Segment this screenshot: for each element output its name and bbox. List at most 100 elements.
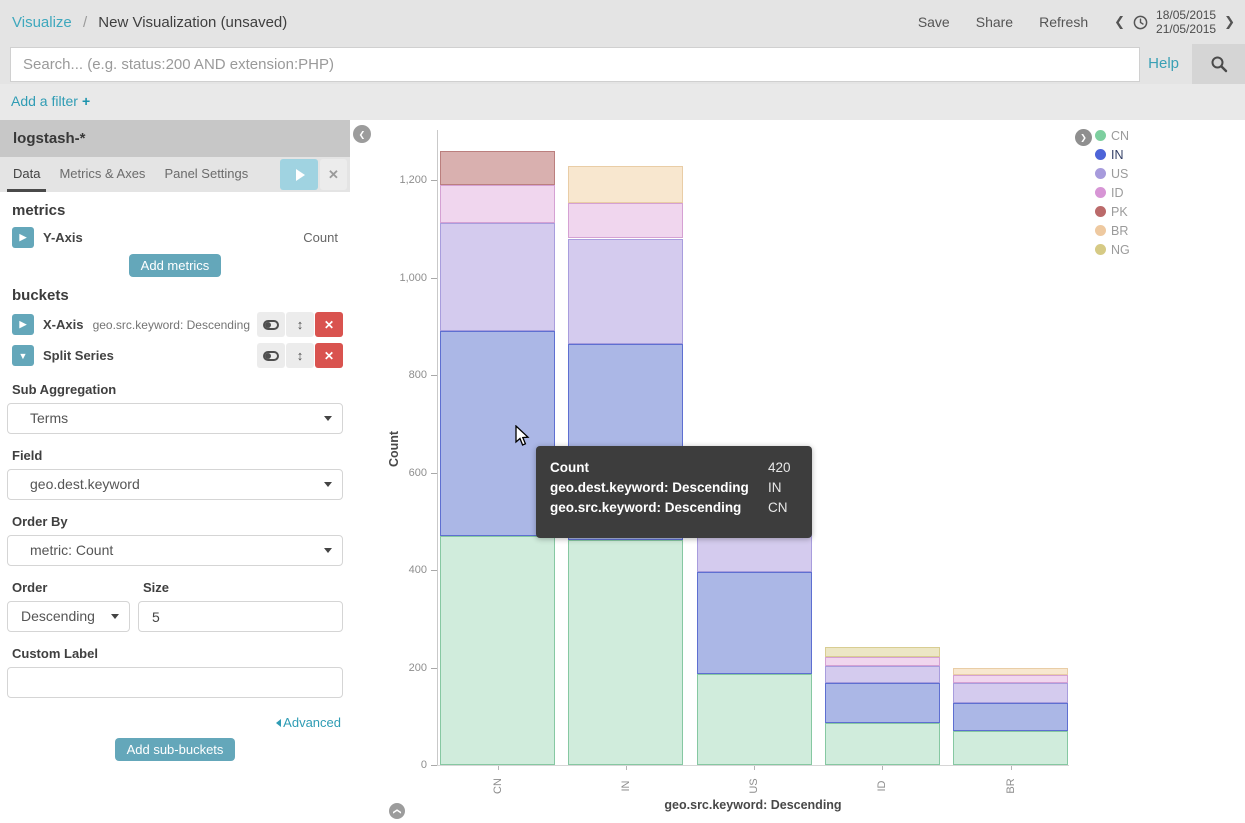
caret-down-icon bbox=[111, 614, 119, 619]
sub-aggregation-select[interactable]: Terms bbox=[7, 403, 343, 434]
bar-segment-ID-ID[interactable] bbox=[825, 657, 940, 666]
split-series-reorder-button[interactable]: ↕ bbox=[286, 343, 314, 368]
add-metrics-button[interactable]: Add metrics bbox=[129, 254, 222, 277]
collapse-legend-button[interactable]: ❯ bbox=[1075, 129, 1092, 146]
plus-icon: + bbox=[82, 93, 90, 109]
field-select[interactable]: geo.dest.keyword bbox=[7, 469, 343, 500]
collapse-sidebar-button[interactable]: ❮ bbox=[353, 125, 371, 143]
time-back-icon[interactable]: ❮ bbox=[1114, 14, 1125, 30]
order-select[interactable]: Descending bbox=[7, 601, 130, 632]
legend-label: PK bbox=[1111, 205, 1128, 219]
caret-down-icon bbox=[324, 482, 332, 487]
bar-segment-IN-CN[interactable] bbox=[568, 540, 683, 765]
save-button[interactable]: Save bbox=[918, 14, 950, 30]
x-axis-line bbox=[437, 765, 1069, 766]
split-series-disable-toggle-button[interactable] bbox=[257, 343, 285, 368]
add-sub-buckets-button[interactable]: Add sub-buckets bbox=[115, 738, 236, 761]
y-axis-tick bbox=[431, 765, 437, 766]
legend-item-BR[interactable]: BR bbox=[1095, 221, 1130, 240]
search-input[interactable] bbox=[10, 47, 1140, 82]
tab-metrics-axes[interactable]: Metrics & Axes bbox=[53, 157, 151, 192]
order-by-value: metric: Count bbox=[30, 542, 113, 558]
bar-segment-BR-BR[interactable] bbox=[953, 668, 1068, 674]
y-axis-tick-label: 1,000 bbox=[357, 272, 427, 284]
y-axis-tick-label: 400 bbox=[357, 564, 427, 576]
refresh-button[interactable]: Refresh bbox=[1039, 14, 1088, 30]
date-range[interactable]: 18/05/2015 21/05/2015 bbox=[1156, 8, 1216, 36]
size-label: Size bbox=[143, 580, 343, 595]
toggle-icon bbox=[263, 351, 279, 361]
time-forward-icon[interactable]: ❯ bbox=[1224, 14, 1235, 30]
x-axis-expand-button[interactable]: ▶ bbox=[12, 314, 34, 335]
date-from: 18/05/2015 bbox=[1156, 8, 1216, 22]
y-axis-title: Count bbox=[387, 431, 401, 467]
help-link[interactable]: Help bbox=[1148, 55, 1179, 72]
legend-color-dot bbox=[1095, 244, 1106, 255]
advanced-label: Advanced bbox=[283, 715, 341, 730]
bar-segment-ID-US[interactable] bbox=[825, 666, 940, 684]
bar-segment-IN-ID[interactable] bbox=[568, 203, 683, 238]
tooltip-count-label: Count bbox=[550, 457, 754, 477]
bar-segment-ID-NG[interactable] bbox=[825, 647, 940, 657]
legend-item-CN[interactable]: CN bbox=[1095, 126, 1130, 145]
bar-segment-CN-CN[interactable] bbox=[440, 536, 555, 765]
clock-icon[interactable] bbox=[1133, 15, 1148, 30]
size-input[interactable] bbox=[138, 601, 343, 632]
split-series-collapse-button[interactable]: ▼ bbox=[12, 345, 34, 366]
legend-item-IN[interactable]: IN bbox=[1095, 145, 1130, 164]
bar-segment-US-CN[interactable] bbox=[697, 674, 812, 765]
bar-segment-CN-ID[interactable] bbox=[440, 185, 555, 223]
visualization-chart-panel: ❮ ❮ ❯ Count geo.src.keyword: Descending … bbox=[350, 120, 1245, 823]
y-axis-label: Y-Axis bbox=[43, 230, 83, 245]
x-axis-tick bbox=[626, 766, 627, 770]
split-series-remove-button[interactable]: ✕ bbox=[315, 343, 343, 368]
add-filter-link[interactable]: Add a filter+ bbox=[11, 93, 90, 109]
legend-item-NG[interactable]: NG bbox=[1095, 240, 1130, 259]
y-axis-expand-button[interactable]: ▶ bbox=[12, 227, 34, 248]
sub-aggregation-label: Sub Aggregation bbox=[12, 382, 343, 397]
advanced-toggle-link[interactable]: Advanced bbox=[276, 715, 341, 730]
x-axis-reorder-button[interactable]: ↕ bbox=[286, 312, 314, 337]
y-axis-tick-label: 800 bbox=[357, 369, 427, 381]
tooltip-dest-label: geo.dest.keyword: Descending bbox=[550, 477, 754, 497]
search-button[interactable] bbox=[1192, 44, 1245, 84]
bar-segment-US-IN[interactable] bbox=[697, 572, 812, 674]
bar-segment-BR-US[interactable] bbox=[953, 683, 1068, 703]
x-axis-tick-label-IN: IN bbox=[620, 776, 632, 796]
bar-segment-BR-ID[interactable] bbox=[953, 675, 1068, 683]
tab-data[interactable]: Data bbox=[7, 157, 46, 192]
x-axis-disable-toggle-button[interactable] bbox=[257, 312, 285, 337]
bar-segment-BR-IN[interactable] bbox=[953, 703, 1068, 732]
bar-segment-CN-US[interactable] bbox=[440, 223, 555, 331]
y-axis-tick bbox=[431, 668, 437, 669]
top-navbar: Visualize / New Visualization (unsaved) … bbox=[0, 0, 1245, 44]
legend-label: BR bbox=[1111, 224, 1128, 238]
breadcrumb-visualize-link[interactable]: Visualize bbox=[12, 14, 72, 31]
collapse-bottom-button[interactable]: ❮ bbox=[389, 803, 405, 819]
legend-item-ID[interactable]: ID bbox=[1095, 183, 1130, 202]
legend-item-PK[interactable]: PK bbox=[1095, 202, 1130, 221]
order-value: Descending bbox=[21, 608, 95, 624]
legend-label: US bbox=[1111, 167, 1128, 181]
bar-segment-ID-CN[interactable] bbox=[825, 723, 940, 765]
page-title: New Visualization (unsaved) bbox=[98, 14, 287, 31]
apply-changes-button[interactable] bbox=[280, 159, 318, 190]
bar-segment-IN-US[interactable] bbox=[568, 239, 683, 344]
bar-segment-BR-CN[interactable] bbox=[953, 731, 1068, 765]
order-by-select[interactable]: metric: Count bbox=[7, 535, 343, 566]
x-axis-row: ▶ X-Axis geo.src.keyword: Descending ↕ ✕ bbox=[12, 312, 343, 337]
discard-changes-button[interactable]: ✕ bbox=[320, 159, 347, 190]
y-axis-tick bbox=[431, 473, 437, 474]
bar-segment-IN-BR[interactable] bbox=[568, 166, 683, 203]
triangle-left-icon bbox=[276, 719, 281, 727]
y-axis-row: ▶ Y-Axis Count bbox=[12, 227, 343, 248]
custom-label-input[interactable] bbox=[7, 667, 343, 698]
tab-panel-settings[interactable]: Panel Settings bbox=[158, 157, 254, 192]
play-icon bbox=[296, 169, 305, 181]
legend-color-dot bbox=[1095, 187, 1106, 198]
legend-item-US[interactable]: US bbox=[1095, 164, 1130, 183]
bar-segment-ID-IN[interactable] bbox=[825, 683, 940, 723]
x-axis-remove-button[interactable]: ✕ bbox=[315, 312, 343, 337]
share-button[interactable]: Share bbox=[976, 14, 1013, 30]
bar-segment-CN-PK[interactable] bbox=[440, 151, 555, 185]
